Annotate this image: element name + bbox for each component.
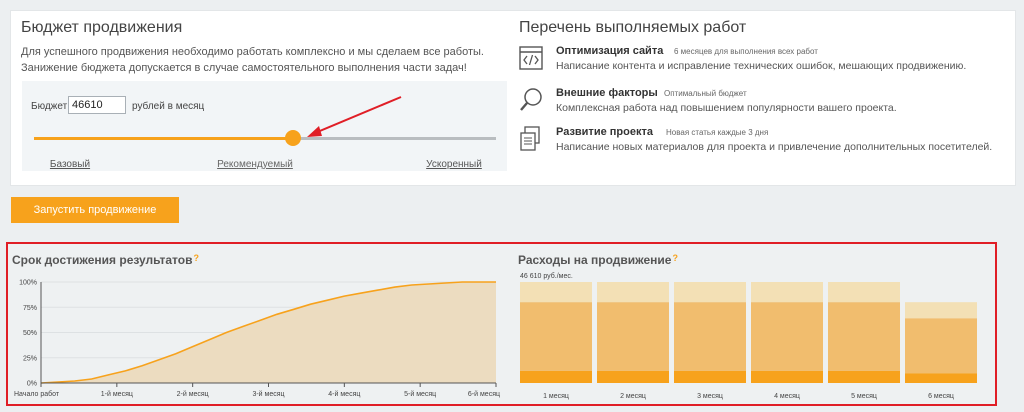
costs-chart-title: Расходы на продвижение?: [518, 253, 678, 267]
budget-desc-line2: Занижение бюджета допускается в случае с…: [21, 62, 467, 74]
budget-slider-handle[interactable]: [284, 130, 301, 146]
bar-top-segment: [751, 282, 823, 303]
bar: [597, 302, 669, 371]
work-description: Комплексная работа над повышением популя…: [556, 102, 897, 114]
bar-category-label: 3 месяц: [697, 393, 723, 400]
budget-input[interactable]: [68, 96, 126, 114]
bar: [674, 302, 746, 371]
work-description: Написание новых материалов для проекта и…: [556, 141, 993, 153]
work-description: Написание контента и исправление техниче…: [556, 60, 967, 72]
start-promotion-button[interactable]: Запустить продвижение: [11, 197, 179, 223]
tier-recommended-link[interactable]: Рекомендуемый: [217, 159, 293, 170]
budget-desc-line1: Для успешного продвижения необходимо раб…: [21, 46, 484, 58]
bar-top-segment: [597, 282, 669, 303]
budget-input-label: Бюджет:: [31, 101, 70, 112]
works-title: Перечень выполняемых работ: [519, 19, 747, 36]
y-tick-label: 50%: [23, 330, 37, 337]
x-tick-label: 3-й месяц: [252, 390, 284, 398]
budget-panel: Бюджет продвижения Для успешного продвиж…: [10, 10, 1016, 186]
code-window-icon: [519, 46, 543, 70]
bar-category-label: 6 месяц: [928, 393, 954, 400]
budget-slider-fill: [34, 137, 293, 140]
x-tick-label: Начало работ: [14, 390, 60, 398]
work-note: Новая статья каждые 3 дня: [666, 128, 769, 137]
bar-base-segment: [905, 373, 977, 383]
work-name: Развитие проекта: [556, 126, 653, 138]
bar-base-segment: [828, 370, 900, 383]
bar-annotation: 46 610 руб./мес.: [520, 272, 573, 280]
bar-top-segment: [828, 282, 900, 303]
charts-panel: Срок достижения результатов? Расходы на …: [6, 242, 997, 406]
x-tick-label: 6-й месяц: [468, 390, 500, 398]
bar-category-label: 2 месяц: [620, 393, 646, 400]
budget-unit: рублей в месяц: [132, 101, 205, 112]
magnifier-icon: [520, 88, 542, 111]
tier-accelerated-link[interactable]: Ускоренный: [426, 159, 482, 170]
tier-basic-link[interactable]: Базовый: [50, 159, 90, 170]
bar-base-segment: [674, 370, 746, 383]
costs-bar-chart: 46 610 руб./мес. 1 месяц 2 месяц 3 месяц 4 м…: [520, 272, 977, 400]
bar: [828, 302, 900, 371]
results-help-icon[interactable]: ?: [193, 253, 199, 263]
bar-category-label: 1 месяц: [543, 393, 569, 400]
bar-top-segment: [905, 302, 977, 319]
work-name: Оптимизация сайта: [556, 45, 664, 57]
bar-base-segment: [597, 370, 669, 383]
costs-chart-title-text: Расходы на продвижение: [518, 253, 672, 267]
bar: [520, 302, 592, 371]
bar-top-segment: [674, 282, 746, 303]
x-tick-label: 2-й месяц: [177, 390, 209, 398]
x-tick-label: 1-й месяц: [101, 390, 133, 398]
y-tick-label: 25%: [23, 355, 37, 362]
x-tick-label: 5-й месяц: [404, 390, 436, 398]
documents-icon: [520, 126, 540, 151]
results-chart-title: Срок достижения результатов?: [12, 253, 199, 267]
y-tick-label: 0%: [27, 381, 37, 388]
bar-base-segment: [751, 370, 823, 383]
budget-slider-box: Бюджет: рублей в месяц Базовый Рекоменду…: [22, 81, 507, 171]
bar-category-label: 4 месяц: [774, 393, 800, 400]
bar: [751, 302, 823, 371]
work-name: Внешние факторы: [556, 87, 658, 99]
y-tick-label: 100%: [19, 280, 37, 287]
y-tick-label: 75%: [23, 305, 37, 312]
bar-base-segment: [520, 370, 592, 383]
budget-description: Для успешного продвижения необходимо раб…: [21, 44, 484, 76]
budget-slider-track[interactable]: [34, 137, 496, 140]
bar-top-segment: [520, 282, 592, 303]
annotation-arrow: [307, 96, 402, 137]
budget-title: Бюджет продвижения: [21, 19, 183, 36]
costs-help-icon[interactable]: ?: [672, 253, 678, 263]
bar-category-label: 5 месяц: [851, 393, 877, 400]
x-tick-label: 4-й месяц: [328, 390, 360, 398]
bar: [905, 318, 977, 374]
work-note: 6 месяцев для выполнения всех работ: [674, 47, 818, 56]
results-area-chart: 0% 25% 50% 75% 100% Начало работ 1-й месяц 2-й …: [14, 280, 500, 399]
work-note: Оптимальный бюджет: [664, 89, 747, 98]
results-chart-title-text: Срок достижения результатов: [12, 253, 193, 267]
